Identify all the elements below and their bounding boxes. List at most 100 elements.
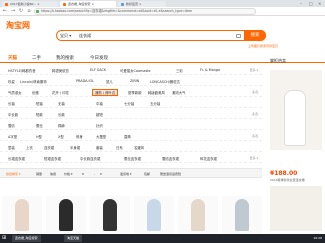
tab-tmall[interactable]: 天猫	[8, 55, 17, 61]
favicon-icon	[121, 2, 124, 6]
filter-option[interactable]: 短裙连衣裙	[44, 156, 61, 161]
filter-option[interactable]: 棉麻	[58, 123, 65, 128]
camera-icon[interactable]	[236, 33, 241, 38]
tab-secondhand[interactable]: 二手	[32, 55, 41, 61]
filter-option[interactable]: 超短	[96, 112, 103, 117]
product-image	[103, 199, 117, 231]
forward-button[interactable]: →	[10, 8, 16, 14]
filter-option[interactable]: 气质淑女	[8, 90, 22, 95]
filter-option[interactable]: 雪纺	[8, 123, 15, 128]
more-button[interactable]: 更多 ▾	[250, 156, 258, 160]
filter-option[interactable]: HSTYLE/韩都衣舍	[8, 68, 36, 73]
filter-option[interactable]: 优雅	[32, 90, 39, 95]
url-field[interactable]: https://s.taobao.com/search?q=连衣裙&imgfil…	[34, 8, 256, 15]
image-search-link[interactable]: 上传图片搜索同款宝贝	[248, 44, 278, 48]
filter-option[interactable]: 大摆型	[96, 134, 106, 139]
filter-option[interactable]: 中长款	[8, 112, 18, 117]
filter-option[interactable]: A字型	[8, 134, 17, 139]
sort-credit[interactable]: 信用	[50, 172, 56, 176]
product-card[interactable]	[90, 196, 130, 233]
sort-sales[interactable]: 销量	[36, 172, 42, 176]
ship-from-dropdown[interactable]: 发货地 ▾	[120, 172, 131, 176]
filter-option[interactable]: 韩语美依恋	[52, 68, 69, 73]
filter-option[interactable]: X型	[58, 134, 64, 139]
filter-option[interactable]: 雪纺连衣裙	[162, 156, 179, 161]
filter-option[interactable]: 名媛风	[134, 145, 144, 150]
multi-select-button[interactable]: 多选	[252, 90, 258, 94]
filter-row: 长袖 短袖 无袖 中袖 七分袖 五分袖	[0, 98, 262, 108]
tab-today-discover[interactable]: 今日发现	[90, 55, 108, 61]
promo-image[interactable]	[270, 70, 322, 150]
taskbar-item[interactable]: 连衣裙_淘宝搜索	[12, 235, 41, 242]
filter-option[interactable]: 上衣	[26, 145, 33, 150]
filter-row: HSTYLE/韩都衣舍 韩语美依恋 ELF SACK 可爱猫女Coomaste …	[0, 65, 262, 75]
filter-option[interactable]: Fr. & Mongo	[200, 68, 220, 72]
start-icon[interactable]: ⊞	[2, 235, 9, 242]
filter-option[interactable]: 中袖	[96, 101, 103, 106]
filter-option[interactable]: 七分袖	[124, 101, 134, 106]
multi-select-button[interactable]: 多选	[252, 134, 258, 138]
filter-option[interactable]: 修身	[76, 134, 83, 139]
filter-option[interactable]: 中长款连衣裙	[80, 156, 100, 161]
reload-button[interactable]: ↻	[18, 8, 24, 14]
maximize-button[interactable]: □	[309, 1, 313, 6]
multi-select-button[interactable]: 多选	[252, 112, 258, 116]
filter-option[interactable]: 蕾丝连衣裙	[124, 156, 141, 161]
free-shipping-checkbox[interactable]: 包邮	[144, 172, 150, 176]
filter-option[interactable]: LONCASCH/朗佐达	[150, 79, 180, 84]
tab-my-search[interactable]: 我的搜索	[56, 55, 74, 61]
search-button[interactable]: 搜索	[244, 29, 266, 41]
filter-option[interactable]: 玖姿	[8, 79, 15, 84]
sort-price[interactable]: 价格 ▾	[64, 172, 72, 176]
filter-option[interactable]: 套装	[96, 145, 103, 150]
filter-option[interactable]: 三彩	[176, 68, 183, 73]
price-max-input[interactable]: ¥	[100, 172, 102, 176]
filter-option[interactable]: 短袖	[36, 101, 43, 106]
return-insurance-checkbox[interactable]: 赠送退货运费险	[160, 172, 181, 176]
filter-option[interactable]: 半身裙	[70, 145, 80, 150]
filter-option[interactable]: ELF SACK	[90, 68, 106, 72]
filter-option[interactable]: 日系	[116, 145, 123, 150]
filter-option[interactable]: Lincoln/林肯服饰	[20, 79, 47, 84]
filter-option-highlighted[interactable]: 通勤 / 荷叶边	[92, 89, 119, 96]
back-button[interactable]: ←	[2, 8, 8, 14]
filter-option[interactable]: 潮流大气	[172, 90, 186, 95]
filter-option[interactable]: 五分袖	[150, 101, 160, 106]
filter-option[interactable]: 花卉 / 印花	[52, 90, 69, 95]
close-window-button[interactable]: ×	[318, 1, 321, 6]
minimize-button[interactable]: –	[300, 1, 302, 6]
filter-option[interactable]: 可爱猫女Coomaste	[120, 68, 151, 73]
filter-option[interactable]: 无袖	[58, 101, 65, 106]
filter-option[interactable]: 针织	[96, 123, 103, 128]
sort-default[interactable]: 综合排序 ▾	[6, 172, 20, 176]
filter-option[interactable]: 碎花连衣裙	[200, 156, 217, 161]
filter-option[interactable]: 韩版欧美风	[148, 90, 165, 95]
more-button[interactable]: 更多 ▾	[250, 68, 258, 72]
price-min-input[interactable]: ¥	[82, 172, 84, 176]
search-type-dropdown[interactable]: 宝贝 ▾	[60, 33, 71, 39]
filter-option[interactable]: 长袖	[8, 101, 15, 106]
filter-option[interactable]: ZIRIN	[130, 79, 139, 83]
filter-option[interactable]: 夏季新款	[128, 90, 142, 95]
promo-desc[interactable]: 2018夏季新款女装连衣裙	[270, 178, 322, 182]
product-card[interactable]	[178, 196, 218, 233]
filter-option[interactable]: 短款	[36, 112, 43, 117]
filter-option[interactable]: 长款	[58, 112, 65, 117]
filter-option[interactable]: 鼠儿	[106, 79, 113, 84]
filter-option[interactable]: PRADA.IOL	[76, 79, 94, 83]
filter-option[interactable]: 童装	[8, 145, 15, 150]
filter-option[interactable]: 连衣裙	[44, 145, 54, 150]
product-card[interactable]	[46, 196, 86, 233]
home-button[interactable]: ⌂	[26, 8, 32, 14]
filter-option[interactable]: 长裙连衣裙	[8, 156, 25, 161]
product-card[interactable]	[134, 196, 174, 233]
search-input[interactable]: 连衣裙	[79, 33, 91, 39]
filter-option[interactable]: 蕾丝	[36, 123, 43, 128]
filter-option[interactable]: H型	[36, 134, 42, 139]
promo-image-2[interactable]	[270, 186, 322, 231]
product-card[interactable]	[2, 196, 42, 233]
taobao-logo[interactable]: 淘宝网	[6, 20, 30, 31]
filter-option[interactable]: 直筒	[124, 134, 131, 139]
taskbar-item[interactable]: 淘宝天猫	[64, 235, 83, 242]
product-card[interactable]	[222, 196, 262, 233]
